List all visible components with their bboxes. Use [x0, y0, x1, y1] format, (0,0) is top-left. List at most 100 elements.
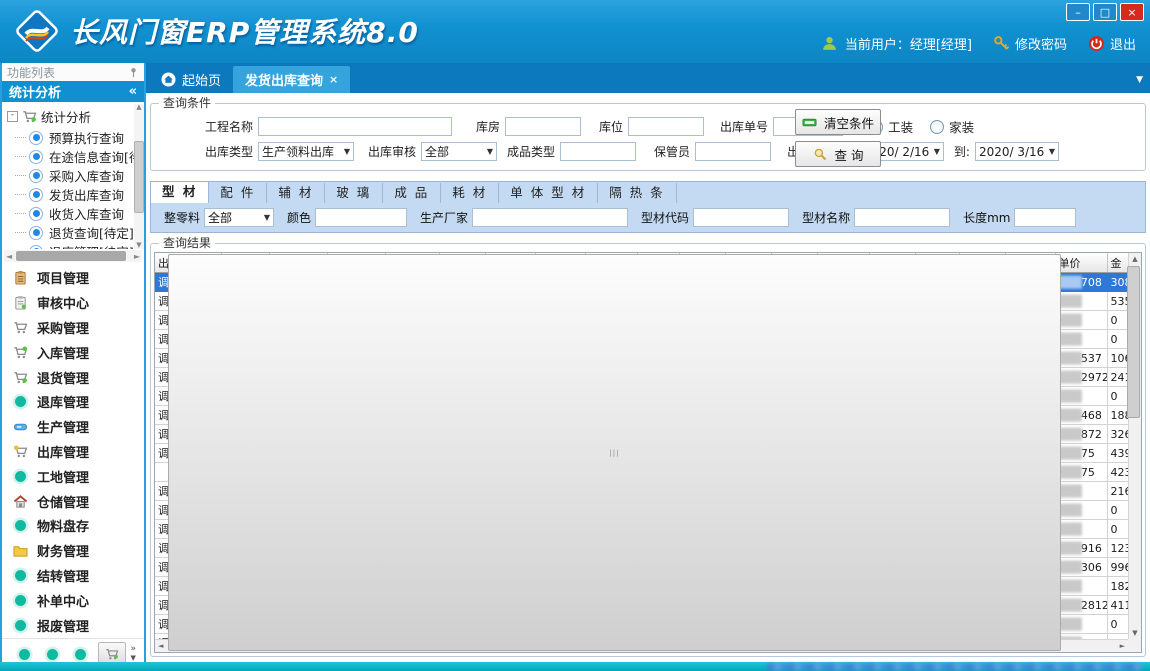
tree-horizontal-scrollbar[interactable]: ◄►	[4, 250, 142, 262]
redacted-text: ███	[1059, 561, 1081, 574]
color-label: 颜色	[287, 209, 311, 226]
color-input[interactable]	[315, 208, 407, 227]
sidebar-menu-item[interactable]: 财务管理	[2, 539, 144, 563]
tree-item[interactable]: 收货入库查询	[15, 204, 144, 223]
section-header-statistics[interactable]: 统计分析 «	[2, 81, 144, 102]
sidebar-menu-item[interactable]: 仓储管理	[2, 489, 144, 513]
sidebar-menu-item[interactable]: 补单中心	[2, 588, 144, 612]
project-name-input[interactable]	[258, 117, 452, 136]
tab-overflow-icon[interactable]: ▼	[1136, 75, 1143, 85]
sidebar-menu-item[interactable]: 采购管理	[2, 315, 144, 339]
material-tab[interactable]: 单 体 型 材	[499, 183, 598, 203]
sidebar-menu-item[interactable]: 审核中心	[2, 291, 144, 315]
collapse-icon[interactable]: «	[129, 84, 137, 99]
material-tab[interactable]: 配 件	[209, 183, 267, 203]
table-cell: ███	[1055, 330, 1107, 349]
table-cell: ███468	[1055, 406, 1107, 425]
tab-bar: 起始页发货出库查询 × ▼	[146, 63, 1150, 93]
toolbar-dot-icon[interactable]	[75, 649, 86, 660]
manufacturer-input[interactable]	[472, 208, 628, 227]
sidebar-menu-item[interactable]: 报废管理	[2, 613, 144, 637]
length-input[interactable]	[1014, 208, 1076, 227]
sidebar-menu-item[interactable]: 项目管理	[2, 266, 144, 290]
clear-conditions-button[interactable]: 清空条件	[795, 109, 881, 135]
manufacturer-label: 生产厂家	[420, 209, 468, 226]
table-row[interactable]: 调拨出库35122020/3/4工███共工程陈琳F区1L2F整料光身料6063…	[155, 653, 1137, 654]
profile-name-input[interactable]	[854, 208, 950, 227]
material-tab[interactable]: 玻 璃	[325, 183, 383, 203]
toolbar-more-button[interactable]: » ▼	[130, 645, 136, 663]
tree-item[interactable]: 发货出库查询	[15, 185, 144, 204]
sidebar-menu-item[interactable]: 出库管理	[2, 440, 144, 464]
logout-button[interactable]: 退出	[1088, 34, 1136, 53]
table-cell: ███	[1055, 482, 1107, 501]
table-cell: ███	[1055, 501, 1107, 520]
tree-item[interactable]: 退货查询[待定]	[15, 223, 144, 242]
material-tab[interactable]: 成 品	[383, 183, 441, 203]
keeper-input[interactable]	[695, 142, 771, 161]
material-tab[interactable]: 辅 材	[267, 183, 325, 203]
tree-root[interactable]: - 统计分析	[2, 105, 144, 128]
change-password-button[interactable]: 修改密码	[993, 34, 1067, 53]
pin-icon[interactable]	[128, 67, 139, 78]
column-header[interactable]: 单价	[1055, 253, 1107, 273]
toolbar-dot-icon[interactable]	[47, 649, 58, 660]
toolbar-dot-icon[interactable]	[19, 649, 30, 660]
outbound-type-select[interactable]: 生产领料出库▼	[258, 142, 354, 161]
length-label: 长度mm	[963, 209, 1010, 226]
sidebar-menu-item[interactable]: 结转管理	[2, 564, 144, 588]
sidebar-menu-item[interactable]: 入库管理	[2, 340, 144, 364]
redacted-text: ███	[1059, 390, 1081, 403]
table-cell: 整料	[535, 653, 585, 654]
location-input[interactable]	[628, 117, 704, 136]
redacted-text: ███	[1059, 542, 1081, 555]
material-tab[interactable]: 隔 热 条	[598, 183, 676, 203]
tree-vertical-scrollbar[interactable]: ▲▼	[134, 104, 144, 249]
tab-close-icon[interactable]: ×	[329, 73, 338, 86]
outbound-audit-select[interactable]: 全部▼	[421, 142, 497, 161]
sidebar-menu-item[interactable]: 工地管理	[2, 464, 144, 488]
tree-connector	[15, 156, 26, 157]
table-cell: 不贴膜	[679, 653, 725, 654]
tree-item[interactable]: 预算执行查询	[15, 128, 144, 147]
radio-jiazhuang[interactable]	[930, 120, 944, 134]
grid-hscroll-thumb[interactable]: |||	[168, 254, 1061, 651]
redacted-text: ███	[1059, 314, 1081, 327]
material-tab[interactable]: 耗 材	[441, 183, 499, 203]
whole-piece-select[interactable]: 全部▼	[204, 208, 274, 227]
dot-icon	[12, 518, 28, 534]
tree-item[interactable]: 采购入库查询	[15, 166, 144, 185]
sidebar-menu-item[interactable]: 退货管理	[2, 365, 144, 389]
date-to-picker[interactable]: 2020/ 3/16▼	[975, 142, 1059, 161]
tree-expander-icon[interactable]: -	[7, 111, 18, 122]
sidebar-menu-item[interactable]: 生产管理	[2, 415, 144, 439]
search-button[interactable]: 查 询	[795, 141, 881, 167]
statistics-tree: - 统计分析 预算执行查询在途信息查询[待采购入库查询发货出库查询收货入库查询退…	[2, 102, 144, 249]
warehouse-input[interactable]	[505, 117, 581, 136]
tab-shipment-outbound-query[interactable]: 发货出库查询 ×	[233, 66, 350, 93]
tree-item[interactable]: 退库管理[待定]	[15, 242, 144, 249]
tab-start-page[interactable]: 起始页	[149, 66, 233, 93]
tree-item[interactable]: 在途信息查询[待	[15, 147, 144, 166]
product-type-label: 成品类型	[507, 143, 555, 160]
material-tab[interactable]: 型 材	[151, 182, 209, 203]
tree-node-icon	[29, 226, 43, 240]
product-type-input[interactable]	[560, 142, 636, 161]
minimize-button[interactable]: –	[1066, 3, 1090, 21]
close-button[interactable]: ×	[1120, 3, 1144, 21]
table-cell: ███	[1055, 615, 1107, 634]
redacted-text: ███	[1059, 504, 1081, 517]
profile-code-input[interactable]	[693, 208, 789, 227]
results-grid-wrap: 出库类型出库单号出库日期工程保管员库房库位整零料颜色材质表面处理膜厚生产厂家型材…	[154, 252, 1142, 653]
tab-label: 发货出库查询	[245, 70, 323, 89]
sidebar: 功能列表 统计分析 « - 统计分析 预算执行查询在途信息查询[待采购入库查询发…	[0, 63, 146, 671]
maximize-button[interactable]: □	[1093, 3, 1117, 21]
tree-connector	[15, 232, 26, 233]
order-no-label: 出库单号	[720, 118, 768, 135]
sidebar-menu-item[interactable]: 退库管理	[2, 390, 144, 414]
tree-item-label: 退库管理[待定]	[49, 242, 134, 249]
sidebar-menu-item[interactable]: 物料盘存	[2, 514, 144, 538]
window-controls: – □ ×	[1066, 3, 1144, 21]
sidebar-menu-label: 项目管理	[37, 268, 89, 287]
grid-vscroll-thumb[interactable]	[1127, 266, 1140, 418]
